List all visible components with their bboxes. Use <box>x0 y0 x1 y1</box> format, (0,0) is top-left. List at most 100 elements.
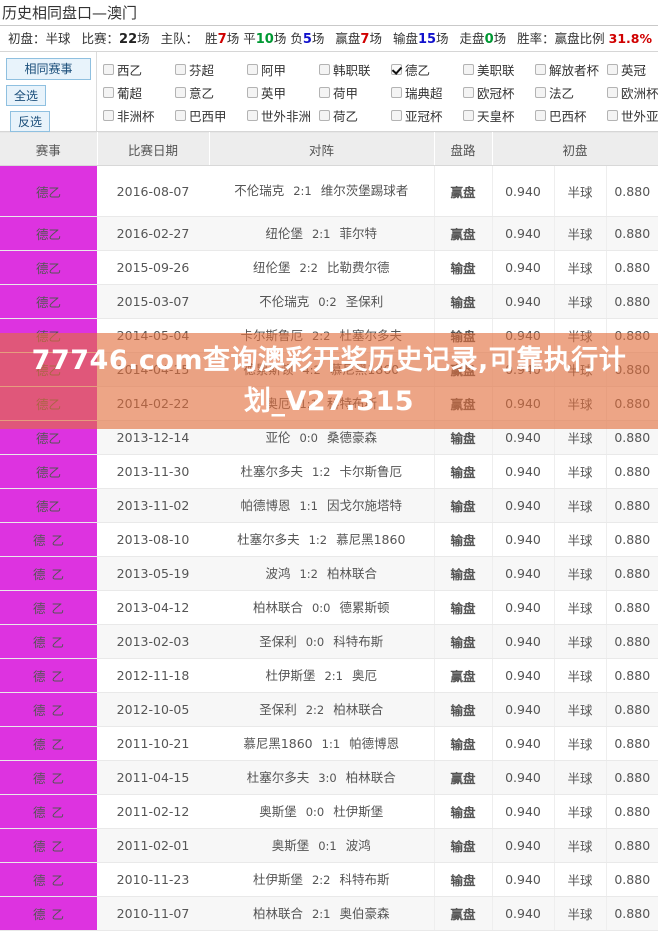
league-checkbox-世外非洲[interactable]: 世外非洲 <box>247 106 319 125</box>
league-checkbox-法乙[interactable]: 法乙 <box>535 83 607 102</box>
cell-match: 奥厄 1:1 科特布斯 <box>209 386 434 421</box>
checkbox-icon[interactable] <box>247 64 258 75</box>
cell-date: 2013-12-14 <box>97 420 209 455</box>
cell-match: 柏林联合 2:1 奥伯豪森 <box>209 896 434 931</box>
table-row[interactable]: 德乙 2016-08-07 不伦瑞克 2:1 维尔茨堡踢球者 赢盘 0.940 半球 0.880 <box>0 165 658 217</box>
same-event-button[interactable]: 相同赛事 <box>6 58 91 80</box>
league-checkbox-世外亚洲[interactable]: 世外亚洲 <box>607 106 658 125</box>
checkbox-icon[interactable] <box>535 64 546 75</box>
table-row[interactable]: 德乙 2011-02-01 奥斯堡 0:1 波鸿 输盘 0.940 半球 0.880 <box>0 828 658 863</box>
checkbox-icon[interactable] <box>247 87 258 98</box>
cell-date: 2014-04-15 <box>97 352 209 387</box>
league-checkbox-意乙[interactable]: 意乙 <box>175 83 247 102</box>
table-row[interactable]: 德乙 2014-04-15 德累斯顿 4:2 慕尼黑1860 赢盘 0.940 半球 0.880 <box>0 352 658 387</box>
checkbox-icon[interactable] <box>319 87 330 98</box>
table-row[interactable]: 德乙 2011-10-21 慕尼黑1860 1:1 帕德博恩 输盘 0.940 半球 0.880 <box>0 726 658 761</box>
cell-match: 圣保利 0:0 科特布斯 <box>209 624 434 659</box>
league-checkbox-英甲[interactable]: 英甲 <box>247 83 319 102</box>
league-checkbox-韩职联[interactable]: 韩职联 <box>319 60 391 79</box>
league-checkbox-英冠[interactable]: 英冠 <box>607 60 658 79</box>
table-row[interactable]: 德乙 2013-08-10 杜塞尔多夫 1:2 慕尼黑1860 输盘 0.940 半球 0.88… <box>0 522 658 557</box>
table-row[interactable]: 德乙 2015-09-26 纽伦堡 2:2 比勒费尔德 输盘 0.940 半球 0.880 <box>0 250 658 285</box>
league-checkbox-芬超[interactable]: 芬超 <box>175 60 247 79</box>
league-checkbox-非洲杯[interactable]: 非洲杯 <box>103 106 175 125</box>
checkbox-icon[interactable] <box>103 87 114 98</box>
table-row[interactable]: 德乙 2012-11-18 杜伊斯堡 2:1 奥厄 赢盘 0.940 半球 0.880 <box>0 658 658 693</box>
checkbox-icon[interactable] <box>175 64 186 75</box>
league-checkbox-亚冠杯[interactable]: 亚冠杯 <box>391 106 463 125</box>
cell-initial-handicap: 半球 <box>553 318 606 353</box>
cell-league: 德乙 <box>0 165 97 217</box>
table-row[interactable]: 德乙 2013-11-30 杜塞尔多夫 1:2 卡尔斯鲁厄 输盘 0.940 半球 0.880 <box>0 454 658 489</box>
checkbox-icon[interactable] <box>319 64 330 75</box>
checkbox-icon[interactable] <box>391 110 402 121</box>
league-checkbox-葡超[interactable]: 葡超 <box>103 83 175 102</box>
table-row[interactable]: 德乙 2011-04-15 杜塞尔多夫 3:0 柏林联合 赢盘 0.940 半球 0.880 <box>0 760 658 795</box>
cell-initial-home-odds: 0.940 <box>491 658 554 693</box>
checkbox-icon[interactable] <box>535 110 546 121</box>
checkbox-icon[interactable] <box>175 110 186 121</box>
league-checkbox-欧洲杯[interactable]: 欧洲杯 <box>607 83 658 102</box>
table-row[interactable]: 德乙 2016-02-27 纽伦堡 2:1 菲尔特 赢盘 0.940 半球 0.880 <box>0 216 658 251</box>
checkbox-icon[interactable] <box>607 64 618 75</box>
checkbox-icon[interactable] <box>103 64 114 75</box>
table-row[interactable]: 德乙 2013-02-03 圣保利 0:0 科特布斯 输盘 0.940 半球 0.880 <box>0 624 658 659</box>
cell-road-result: 输盘 <box>433 624 492 659</box>
league-checkbox-阿甲[interactable]: 阿甲 <box>247 60 319 79</box>
cell-league: 德乙 <box>0 386 97 421</box>
cell-initial-handicap: 半球 <box>553 794 606 829</box>
checkbox-icon[interactable] <box>463 87 474 98</box>
table-row[interactable]: 德乙 2013-04-12 柏林联合 0:0 德累斯顿 输盘 0.940 半球 0.880 <box>0 590 658 625</box>
table-row[interactable]: 德乙 2012-10-05 圣保利 2:2 柏林联合 输盘 0.940 半球 0.880 <box>0 692 658 727</box>
table-row[interactable]: 德乙 2011-02-12 奥斯堡 0:0 杜伊斯堡 输盘 0.940 半球 0.880 <box>0 794 658 829</box>
table-row[interactable]: 德乙 2010-11-07 柏林联合 2:1 奥伯豪森 赢盘 0.940 半球 0.880 <box>0 896 658 931</box>
cell-road-result: 赢盘 <box>433 760 492 795</box>
home-team: 亚伦 <box>265 429 291 445</box>
table-row[interactable]: 德乙 2010-11-23 杜伊斯堡 2:2 科特布斯 输盘 0.940 半球 0.880 <box>0 862 658 897</box>
header-road[interactable]: 盘路 <box>434 132 493 166</box>
league-checkbox-欧冠杯[interactable]: 欧冠杯 <box>463 83 535 102</box>
select-all-button[interactable]: 全选 <box>6 85 46 106</box>
stat-losplate-unit: 场 <box>436 31 449 46</box>
checkbox-icon[interactable] <box>463 64 474 75</box>
checkbox-icon[interactable] <box>103 110 114 121</box>
checkbox-icon[interactable] <box>535 87 546 98</box>
cell-date: 2016-08-07 <box>97 165 209 217</box>
table-row[interactable]: 德乙 2014-02-22 奥厄 1:1 科特布斯 赢盘 0.940 半球 0.880 <box>0 386 658 421</box>
league-checkbox-美职联[interactable]: 美职联 <box>463 60 535 79</box>
checkbox-checked-icon[interactable] <box>391 64 402 75</box>
header-league[interactable]: 赛事 <box>0 132 98 166</box>
cell-initial-home-odds: 0.940 <box>491 828 554 863</box>
header-match[interactable]: 对阵 <box>209 132 435 166</box>
league-checkbox-巴西甲[interactable]: 巴西甲 <box>175 106 247 125</box>
table-row[interactable]: 德乙 2013-12-14 亚伦 0:0 桑德豪森 输盘 0.940 半球 0.880 <box>0 420 658 455</box>
cell-date: 2011-02-12 <box>97 794 209 829</box>
checkbox-icon[interactable] <box>319 110 330 121</box>
header-initial-odds[interactable]: 初盘 <box>492 132 658 166</box>
league-checkbox-荷乙[interactable]: 荷乙 <box>319 106 391 125</box>
table-row[interactable]: 德乙 2013-11-02 帕德博恩 1:1 因戈尔施塔特 输盘 0.940 半球 0.880 <box>0 488 658 523</box>
cell-initial-away-odds: 0.880 <box>605 896 658 931</box>
checkbox-icon[interactable] <box>391 87 402 98</box>
league-checkbox-瑞典超[interactable]: 瑞典超 <box>391 83 463 102</box>
league-checkbox-天皇杯[interactable]: 天皇杯 <box>463 106 535 125</box>
league-checkbox-西乙[interactable]: 西乙 <box>103 60 175 79</box>
league-checkbox-巴西杯[interactable]: 巴西杯 <box>535 106 607 125</box>
cell-road-result: 输盘 <box>433 726 492 761</box>
checkbox-icon[interactable] <box>607 110 618 121</box>
league-checkbox-解放者杯[interactable]: 解放者杯 <box>535 60 607 79</box>
header-date[interactable]: 比赛日期 <box>97 132 210 166</box>
table-row[interactable]: 德乙 2014-05-04 卡尔斯鲁厄 2:2 杜塞尔多夫 输盘 0.940 半球 0.880 <box>0 318 658 353</box>
checkbox-icon[interactable] <box>463 110 474 121</box>
table-row[interactable]: 德乙 2013-05-19 波鸿 1:2 柏林联合 输盘 0.940 半球 0.880 <box>0 556 658 591</box>
table-row[interactable]: 德乙 2015-03-07 不伦瑞克 0:2 圣保利 输盘 0.940 半球 0.880 <box>0 284 658 319</box>
invert-selection-button[interactable]: 反选 <box>10 111 50 132</box>
league-checkbox-荷甲[interactable]: 荷甲 <box>319 83 391 102</box>
checkbox-icon[interactable] <box>607 87 618 98</box>
cell-initial-away-odds: 0.880 <box>605 386 658 421</box>
away-team: 帕德博恩 <box>349 735 400 751</box>
checkbox-icon[interactable] <box>175 87 186 98</box>
cell-road-result: 输盘 <box>433 522 492 557</box>
league-checkbox-德乙[interactable]: 德乙 <box>391 60 463 79</box>
checkbox-icon[interactable] <box>247 110 258 121</box>
